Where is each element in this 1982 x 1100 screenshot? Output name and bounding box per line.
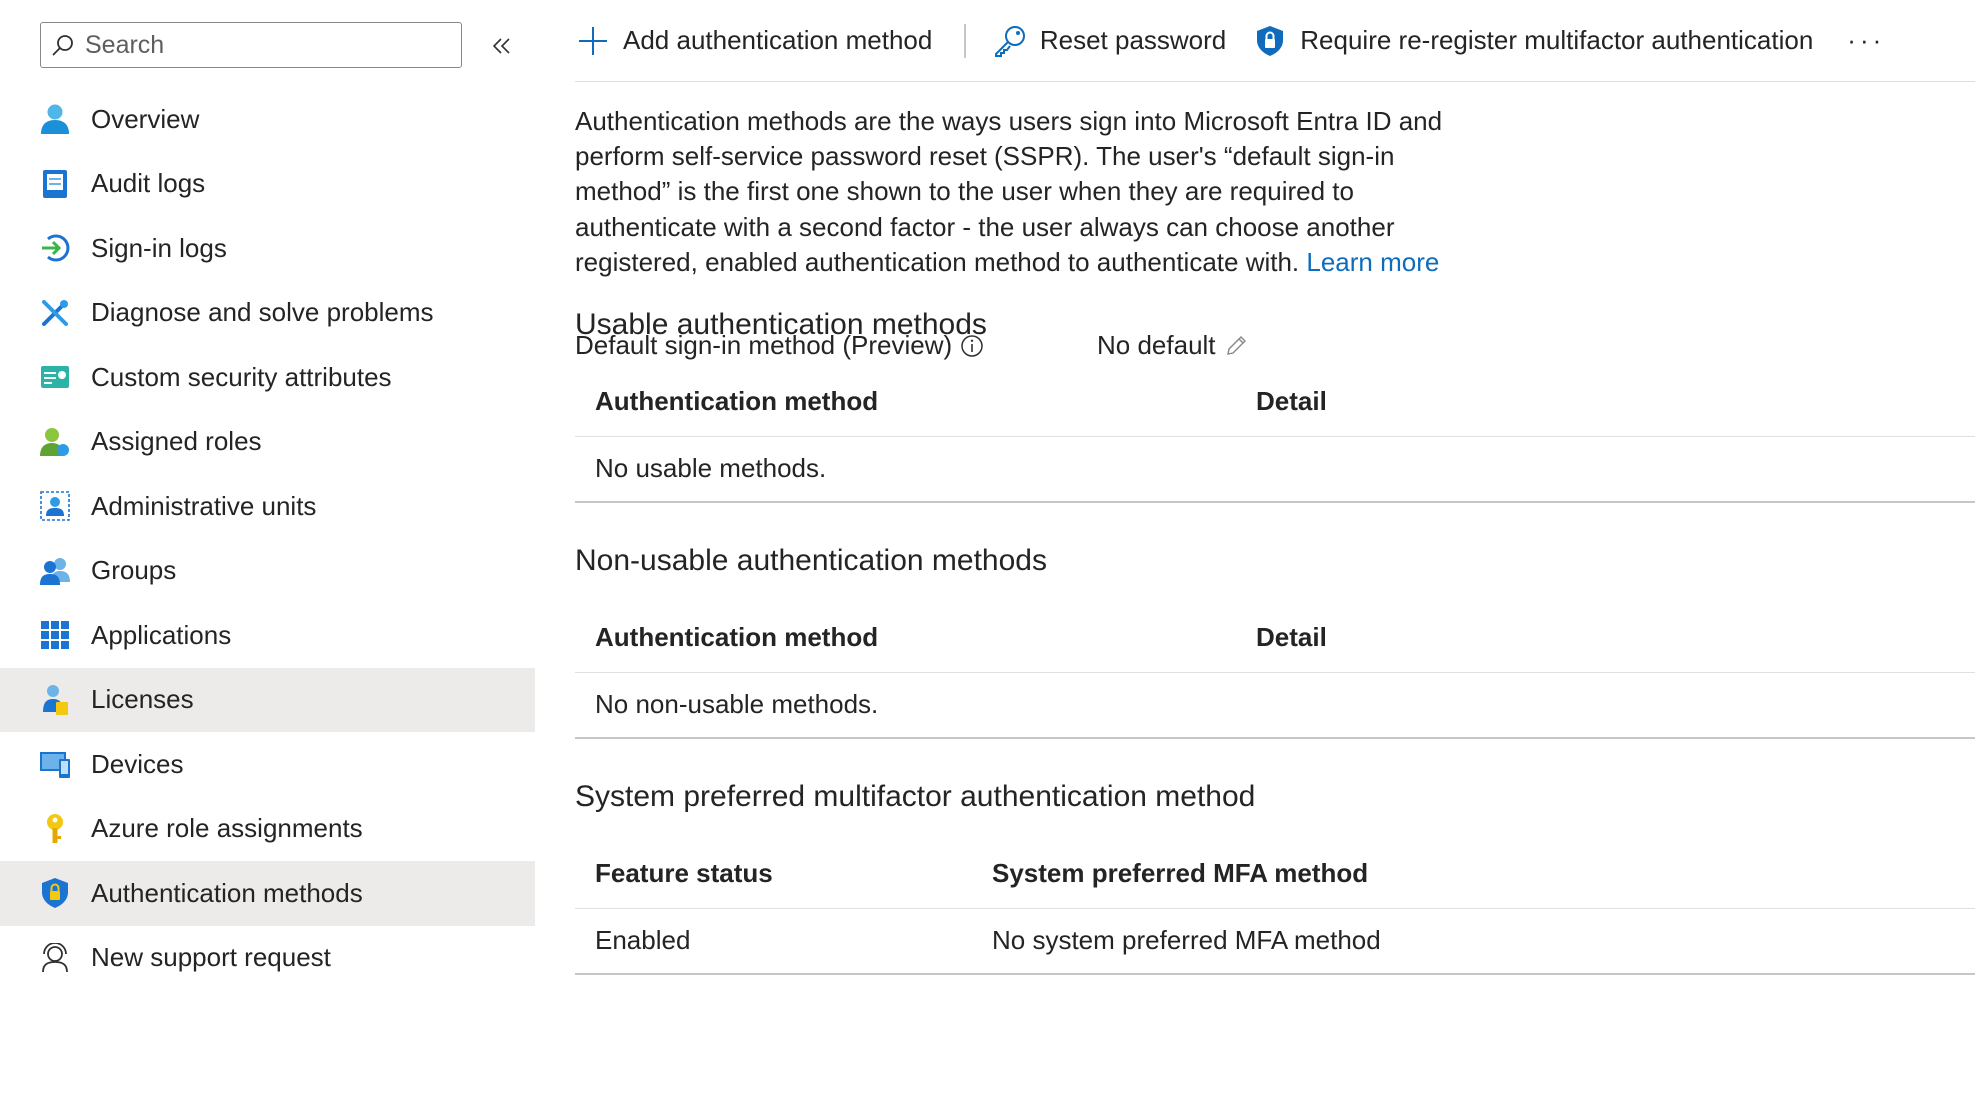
non-usable-methods-table: Authentication method Detail No non-usab… [575, 604, 1975, 739]
sidebar-item-assigned-roles[interactable]: Assigned roles [0, 410, 535, 475]
sidebar-item-custom-security-attributes[interactable]: Custom security attributes [0, 345, 535, 410]
sidebar-item-licenses[interactable]: Licenses [0, 667, 535, 732]
devices-icon [39, 748, 71, 780]
feature-status-value: Enabled [595, 925, 691, 955]
table-header: Authentication method Detail [575, 368, 1975, 437]
sidebar-item-label: Overview [91, 103, 200, 134]
sidebar: Overview Audit logs Sign-in logs Diagnos… [0, 0, 535, 1100]
usable-methods-title: Usable authentication methods [575, 308, 987, 341]
applications-icon [39, 619, 71, 651]
default-sign-in-method-value: No default [1097, 330, 1216, 360]
sidebar-item-label: Diagnose and solve problems [91, 297, 434, 328]
tools-icon [39, 297, 71, 329]
column-header-authentication-method: Authentication method [595, 622, 879, 652]
plus-icon [575, 23, 611, 59]
administrative-units-icon [39, 490, 71, 522]
column-header-authentication-method: Authentication method [595, 386, 879, 416]
column-header-detail: Detail [1256, 622, 1327, 652]
table-header: Authentication method Detail [575, 604, 1975, 673]
reset-password-label: Reset password [1039, 25, 1227, 55]
sidebar-item-label: New support request [91, 942, 331, 973]
learn-more-link[interactable]: Learn more [1306, 247, 1439, 277]
table-header: Feature status System preferred MFA meth… [575, 840, 1975, 909]
sidebar-item-authentication-methods[interactable]: Authentication methods [0, 861, 535, 926]
add-authentication-method-label: Add authentication method [623, 25, 933, 55]
sidebar-item-label: Custom security attributes [91, 361, 392, 392]
sidebar-item-label: Administrative units [91, 490, 317, 521]
add-authentication-method-button[interactable]: Add authentication method [575, 11, 932, 71]
security-attributes-icon [39, 361, 71, 393]
key-outline-icon [992, 23, 1028, 59]
sidebar-item-label: Azure role assignments [91, 813, 363, 844]
sidebar-item-label: Assigned roles [91, 426, 262, 457]
support-icon [39, 942, 71, 974]
column-header-feature-status: Feature status [595, 858, 773, 888]
assigned-roles-icon [39, 426, 71, 458]
more-actions-button[interactable]: ··· [1847, 25, 1885, 56]
sidebar-item-label: Audit logs [91, 168, 206, 199]
sidebar-item-applications[interactable]: Applications [0, 603, 535, 668]
double-chevron-left-icon [492, 38, 510, 54]
licenses-icon [39, 684, 71, 716]
sidebar-item-overview[interactable]: Overview [0, 87, 535, 152]
audit-log-icon [39, 168, 71, 200]
table-row: No non-usable methods. [575, 673, 1975, 739]
sidebar-item-label: Devices [91, 748, 184, 779]
sidebar-item-audit-logs[interactable]: Audit logs [0, 152, 535, 217]
reset-password-button[interactable]: Reset password [992, 11, 1226, 71]
column-header-detail: Detail [1256, 386, 1327, 416]
toolbar-divider [964, 23, 966, 58]
sidebar-nav: Overview Audit logs Sign-in logs Diagnos… [0, 87, 535, 990]
edit-pencil-icon[interactable] [1224, 334, 1248, 358]
sidebar-item-label: Licenses [91, 684, 194, 715]
sidebar-item-administrative-units[interactable]: Administrative units [0, 474, 535, 539]
sidebar-item-sign-in-logs[interactable]: Sign-in logs [0, 216, 535, 281]
empty-message: No non-usable methods. [595, 689, 879, 719]
sidebar-item-label: Authentication methods [91, 877, 363, 908]
description: Authentication methods are the ways user… [575, 104, 1495, 280]
user-icon [39, 103, 71, 135]
groups-icon [39, 555, 71, 587]
sidebar-item-new-support-request[interactable]: New support request [0, 926, 535, 991]
system-preferred-mfa-method-value: No system preferred MFA method [992, 925, 1381, 955]
system-preferred-mfa-table: Feature status System preferred MFA meth… [575, 840, 1975, 975]
key-icon [39, 813, 71, 845]
collapse-sidebar-button[interactable] [488, 28, 516, 64]
sidebar-item-diagnose[interactable]: Diagnose and solve problems [0, 281, 535, 346]
sign-in-icon [39, 232, 71, 264]
table-row: No usable methods. [575, 437, 1975, 503]
require-reregister-mfa-label: Require re-register multifactor authenti… [1300, 25, 1814, 55]
sidebar-item-label: Sign-in logs [91, 232, 227, 263]
system-preferred-mfa-title: System preferred multifactor authenticat… [575, 780, 1256, 813]
column-header-system-preferred-mfa-method: System preferred MFA method [992, 858, 1369, 888]
require-reregister-mfa-button[interactable]: Require re-register multifactor authenti… [1252, 11, 1813, 71]
shield-lock-icon [1252, 23, 1288, 59]
usable-methods-table: Authentication method Detail No usable m… [575, 368, 1975, 503]
sidebar-item-devices[interactable]: Devices [0, 732, 535, 797]
sidebar-item-groups[interactable]: Groups [0, 539, 535, 604]
sidebar-item-label: Groups [91, 555, 177, 586]
shield-icon [39, 877, 71, 909]
search-input[interactable] [83, 29, 427, 61]
sidebar-item-label: Applications [91, 619, 232, 650]
table-row: Enabled No system preferred MFA method [575, 909, 1975, 975]
search-icon [52, 35, 73, 56]
empty-message: No usable methods. [595, 453, 827, 483]
search-box[interactable] [40, 22, 462, 68]
non-usable-methods-title: Non-usable authentication methods [575, 544, 1047, 577]
sidebar-item-azure-role-assignments[interactable]: Azure role assignments [0, 797, 535, 862]
command-bar: Add authentication method Reset password… [575, 0, 1975, 82]
default-sign-in-method-field-value: No default [1097, 330, 1248, 361]
